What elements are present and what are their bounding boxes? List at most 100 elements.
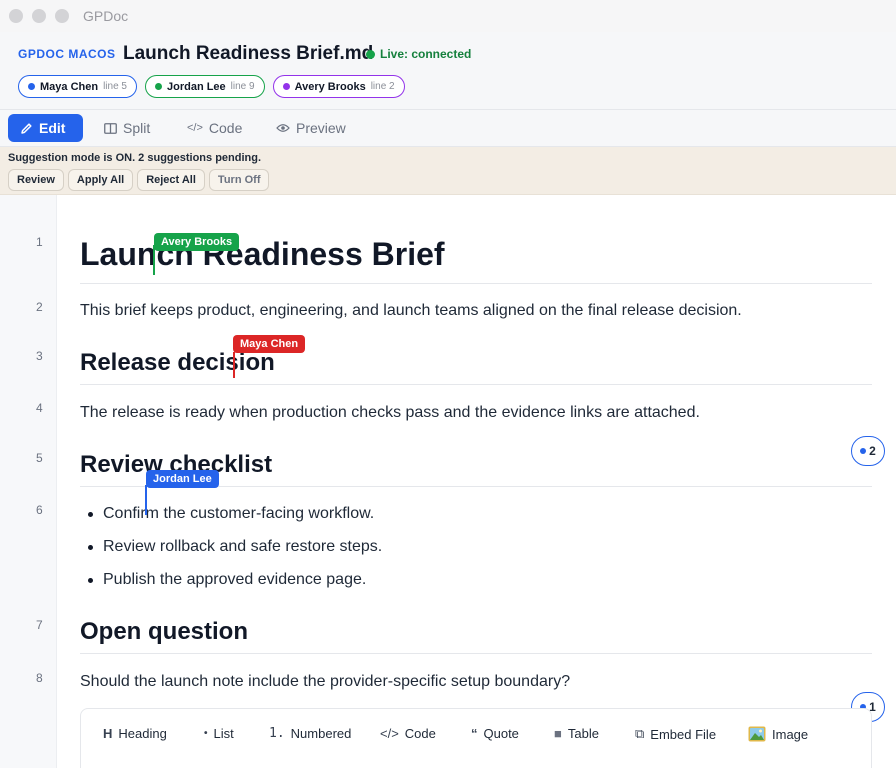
- bullet-icon: [88, 577, 93, 583]
- heading-1[interactable]: Launch Readiness Brief: [80, 236, 445, 273]
- table-icon: ■: [554, 726, 562, 741]
- presence-name: Jordan Lee: [166, 80, 226, 93]
- insert-label: Quote: [483, 726, 519, 741]
- release-paragraph[interactable]: The release is ready when production che…: [80, 404, 700, 422]
- remote-cursor-jordan-lee: [145, 485, 147, 515]
- line-number: 2: [36, 300, 43, 314]
- tab-split-label: Split: [123, 120, 151, 136]
- code-icon: </>: [187, 122, 203, 134]
- insert-code-button[interactable]: </> Code: [380, 726, 436, 741]
- image-icon: [748, 726, 766, 742]
- presence-dot-icon: [28, 83, 35, 90]
- line-number: 3: [36, 349, 43, 363]
- list-icon: •: [204, 728, 208, 739]
- insert-label: Heading: [118, 726, 167, 741]
- comment-count-badge[interactable]: 2: [851, 436, 885, 466]
- window-title: GPDoc: [83, 8, 129, 24]
- comment-dot-icon: [860, 448, 867, 454]
- insert-quote-button[interactable]: “ Quote: [471, 726, 519, 741]
- tab-split[interactable]: Split: [92, 114, 162, 142]
- turn-off-button[interactable]: Turn Off: [208, 169, 270, 191]
- presence-name: Maya Chen: [40, 80, 99, 93]
- tab-edit[interactable]: Edit: [8, 114, 83, 142]
- intro-paragraph[interactable]: This brief keeps product, engineering, a…: [80, 302, 742, 320]
- insert-label: Code: [404, 726, 436, 741]
- live-status: Live: connected: [366, 47, 471, 61]
- minimize-window-button[interactable]: [32, 9, 46, 23]
- insert-embed-file-button[interactable]: ⧉ Embed File: [635, 726, 716, 742]
- tab-code[interactable]: </> Code: [175, 114, 254, 142]
- insert-table-button[interactable]: ■ Table: [554, 726, 599, 741]
- tab-preview[interactable]: Preview: [264, 114, 358, 142]
- line-number: 1: [36, 235, 43, 249]
- heading-release-decision[interactable]: Release decision: [80, 349, 275, 377]
- bullet-icon: [88, 511, 93, 517]
- insert-image-button[interactable]: Image: [748, 726, 808, 742]
- list-item[interactable]: Review rollback and safe restore steps.: [88, 538, 382, 556]
- live-status-dot-icon: [366, 49, 375, 59]
- quote-icon: “: [471, 726, 478, 741]
- insert-list-button[interactable]: • List: [204, 726, 234, 741]
- cursor-label-jordan-lee: Jordan Lee: [146, 470, 219, 488]
- line-number: 8: [36, 671, 43, 685]
- line-number-gutter: 1 2 3 4 5 6 7 8: [0, 195, 57, 768]
- presence-line: line 9: [230, 81, 255, 92]
- brand-label: GPDOC MACOS: [18, 47, 116, 61]
- presence-name: Avery Brooks: [294, 80, 366, 93]
- zoom-window-button[interactable]: [55, 9, 69, 23]
- list-item[interactable]: Confirm the customer-facing workflow.: [88, 505, 374, 523]
- insert-numbered-button[interactable]: 1. Numbered: [269, 726, 351, 741]
- tab-edit-label: Edit: [39, 120, 66, 136]
- presence-chip-avery-brooks[interactable]: Avery Brooks line 2: [272, 75, 405, 98]
- remote-cursor-maya-chen: [233, 352, 235, 378]
- suggestion-actions: Review Apply All Reject All Turn Off: [8, 169, 270, 191]
- comment-count: 2: [869, 444, 876, 458]
- review-button[interactable]: Review: [8, 169, 64, 191]
- insert-label: Embed File: [650, 726, 717, 742]
- presence-dot-icon: [282, 83, 290, 90]
- mode-bar: Edit Split </> Code Preview: [0, 110, 896, 147]
- cursor-label-maya-chen: Maya Chen: [233, 335, 306, 353]
- insert-label: Table: [567, 726, 599, 741]
- embed-file-icon: ⧉: [635, 726, 645, 741]
- presence-chip-jordan-lee[interactable]: Jordan Lee line 9: [144, 75, 265, 98]
- document-title: Launch Readiness Brief.md: [123, 43, 374, 64]
- close-window-button[interactable]: [9, 9, 23, 23]
- presence-list: Maya Chen line 5 Jordan Lee line 9 Avery…: [18, 75, 405, 98]
- line-number: 6: [36, 503, 43, 517]
- editor-area[interactable]: 1 2 3 4 5 6 7 8 Launch Readiness Brief T…: [0, 195, 896, 768]
- heading-divider: [80, 283, 872, 284]
- list-item-text: Review rollback and safe restore steps.: [103, 538, 383, 555]
- eye-icon: [276, 124, 290, 132]
- line-number: 4: [36, 401, 43, 415]
- window-controls: [9, 9, 69, 23]
- insert-label: Numbered: [290, 726, 352, 741]
- suggestion-bar: Suggestion mode is ON. 2 suggestions pen…: [0, 147, 896, 195]
- cursor-label-avery-brooks: Avery Brooks: [154, 233, 240, 251]
- insert-heading-button[interactable]: H Heading: [103, 726, 167, 741]
- line-number: 5: [36, 451, 43, 465]
- question-paragraph[interactable]: Should the launch note include the provi…: [80, 673, 570, 691]
- heading-divider: [80, 653, 872, 654]
- heading-divider: [80, 384, 872, 385]
- apply-all-button[interactable]: Apply All: [67, 169, 134, 191]
- live-status-text: Live: connected: [380, 47, 472, 61]
- presence-line: line 2: [370, 81, 395, 92]
- presence-chip-maya-chen[interactable]: Maya Chen line 5: [18, 75, 137, 98]
- heading-open-question[interactable]: Open question: [80, 618, 248, 646]
- bullet-icon: [88, 544, 93, 550]
- list-item-text: Confirm the customer-facing workflow.: [103, 505, 375, 522]
- presence-dot-icon: [154, 83, 162, 90]
- insert-label: List: [213, 726, 234, 741]
- split-icon: [104, 122, 117, 134]
- window-titlebar: GPDoc: [0, 0, 896, 32]
- reject-all-button[interactable]: Reject All: [137, 169, 205, 191]
- pencil-icon: [21, 122, 32, 134]
- heading-icon: H: [103, 726, 113, 741]
- presence-line: line 5: [103, 81, 127, 92]
- suggestion-message: Suggestion mode is ON. 2 suggestions pen…: [8, 152, 262, 164]
- insert-label: Image: [772, 726, 809, 742]
- line-number: 7: [36, 618, 43, 632]
- list-item[interactable]: Publish the approved evidence page.: [88, 571, 366, 589]
- document-header: GPDOC MACOS Launch Readiness Brief.md Li…: [0, 32, 896, 110]
